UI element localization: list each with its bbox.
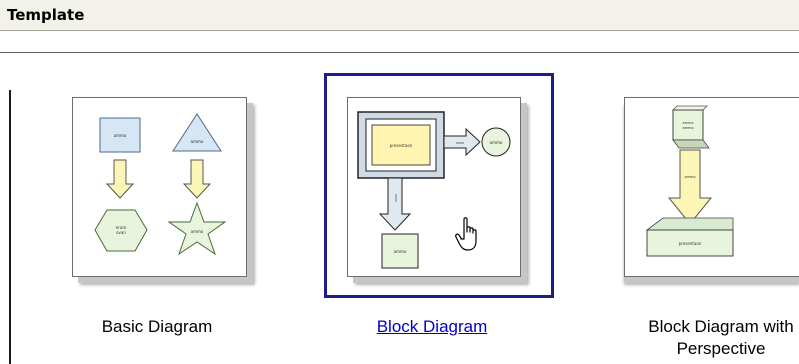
svg-text:ammo: ammo — [191, 229, 204, 234]
svg-text:presentaon: presentaon — [679, 241, 702, 246]
hand-pointer-cursor-icon — [455, 217, 485, 253]
svg-text:ovan: ovan — [116, 230, 126, 235]
block-diagram-thumbnail[interactable]: presentaon conn ammo conn ammo — [347, 97, 521, 277]
block-diagram-label[interactable]: Block Diagram — [317, 316, 547, 338]
template-gallery: ammo ammo eram ovan ammo Basic Diagram p… — [11, 53, 799, 364]
basic-diagram-thumbnail[interactable]: ammo ammo eram ovan ammo — [72, 97, 247, 277]
svg-text:conn: conn — [456, 141, 465, 145]
template-basic-diagram[interactable]: ammo ammo eram ovan ammo Basic Diagram — [67, 97, 257, 347]
template-header: Template — [0, 0, 799, 31]
svg-text:ammo: ammo — [394, 249, 407, 254]
svg-text:ammo: ammo — [684, 175, 695, 179]
svg-text:presentaon: presentaon — [390, 143, 413, 148]
svg-text:ammo: ammo — [490, 140, 503, 145]
svg-text:ammo: ammo — [682, 121, 693, 125]
header-divider — [0, 31, 799, 53]
basic-diagram-label[interactable]: Basic Diagram — [57, 316, 257, 338]
block-diagram-perspective-label[interactable]: Block Diagram with Perspective — [631, 316, 799, 360]
block-diagram-perspective-thumbnail[interactable]: ammo ammo ammo presentaon — [624, 97, 799, 277]
svg-text:ammo: ammo — [191, 139, 204, 144]
template-block-diagram[interactable]: presentaon conn ammo conn ammo Block Dia… — [337, 97, 547, 347]
svg-text:ammo: ammo — [682, 126, 693, 130]
svg-text:conn: conn — [394, 194, 398, 203]
template-block-diagram-perspective[interactable]: ammo ammo ammo presentaon Block Diagram … — [611, 97, 799, 364]
section-title: Template — [7, 6, 85, 24]
svg-text:ammo: ammo — [114, 133, 127, 138]
